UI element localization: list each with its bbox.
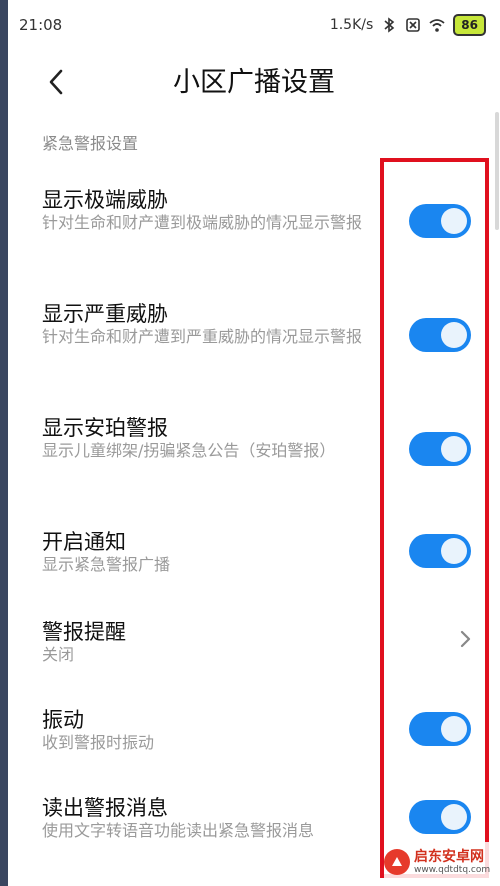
setting-row-read-aloud[interactable]: 读出警报消息 使用文字转语音功能读出紧急警报消息 (8, 788, 500, 848)
setting-subtitle: 显示儿童绑架/拐骗紧急公告（安珀警报） (42, 441, 336, 460)
toggle-knob (441, 208, 467, 234)
setting-subtitle: 收到警报时振动 (42, 733, 155, 752)
watermark-name: 启东安卓网 (414, 848, 484, 865)
toggle-knob (441, 716, 467, 742)
amber-alert-toggle[interactable] (409, 432, 471, 466)
setting-row-extreme-threat[interactable]: 显示极端威胁 针对生命和财产遭到极端威胁的情况显示警报 (8, 180, 500, 280)
setting-row-amber-alert[interactable]: 显示安珀警报 显示儿童绑架/拐骗紧急公告（安珀警报） (8, 408, 500, 508)
notifications-toggle[interactable] (409, 534, 471, 568)
watermark-text: 启东安卓网 www.qdtdtq.com (414, 850, 490, 875)
battery-icon: 86 (453, 14, 486, 36)
setting-row-vibration[interactable]: 振动 收到警报时振动 (8, 700, 500, 760)
extreme-threat-toggle[interactable] (409, 204, 471, 238)
section-header: 紧急警报设置 (42, 134, 139, 153)
wifi-icon (429, 19, 445, 32)
toggle-knob (441, 804, 467, 830)
scrollbar[interactable] (495, 112, 499, 230)
watermark-logo-icon (384, 849, 410, 875)
watermark-url: www.qdtdtq.com (414, 864, 491, 875)
network-speed: 1.5K/s (329, 17, 374, 33)
header-bar: 小区广播设置 (8, 50, 500, 118)
watermark: 启东安卓网 www.qdtdtq.com (384, 842, 500, 882)
setting-subtitle: 使用文字转语音功能读出紧急警报消息 (42, 821, 315, 840)
chevron-right-icon[interactable] (456, 628, 476, 650)
phone-screen: 21:08 1.5K/s 86 小区广播设置 紧急警报设置 显示极端威胁 针对生… (8, 0, 500, 886)
status-icons: 1.5K/s 86 (330, 14, 486, 36)
read-aloud-toggle[interactable] (409, 800, 471, 834)
setting-row-severe-threat[interactable]: 显示严重威胁 针对生命和财产遭到严重威胁的情况显示警报 (8, 294, 500, 394)
no-sim-icon (406, 18, 421, 32)
setting-subtitle: 显示紧急警报广播 (42, 555, 171, 574)
setting-row-alert-reminder[interactable]: 警报提醒 关闭 (8, 612, 500, 672)
status-time: 21:08 (19, 16, 63, 34)
severe-threat-toggle[interactable] (409, 318, 471, 352)
page-title: 小区广播设置 (173, 67, 335, 98)
setting-subtitle: 针对生命和财产遭到极端威胁的情况显示警报 (42, 213, 363, 232)
vibration-toggle[interactable] (409, 712, 471, 746)
toggle-knob (441, 436, 467, 462)
setting-subtitle: 针对生命和财产遭到严重威胁的情况显示警报 (42, 327, 363, 346)
bluetooth-icon (384, 17, 395, 33)
status-bar: 21:08 1.5K/s 86 (8, 0, 500, 50)
setting-subtitle: 关闭 (42, 645, 75, 664)
setting-row-notifications[interactable]: 开启通知 显示紧急警报广播 (8, 522, 500, 582)
toggle-knob (441, 538, 467, 564)
toggle-knob (441, 322, 467, 348)
